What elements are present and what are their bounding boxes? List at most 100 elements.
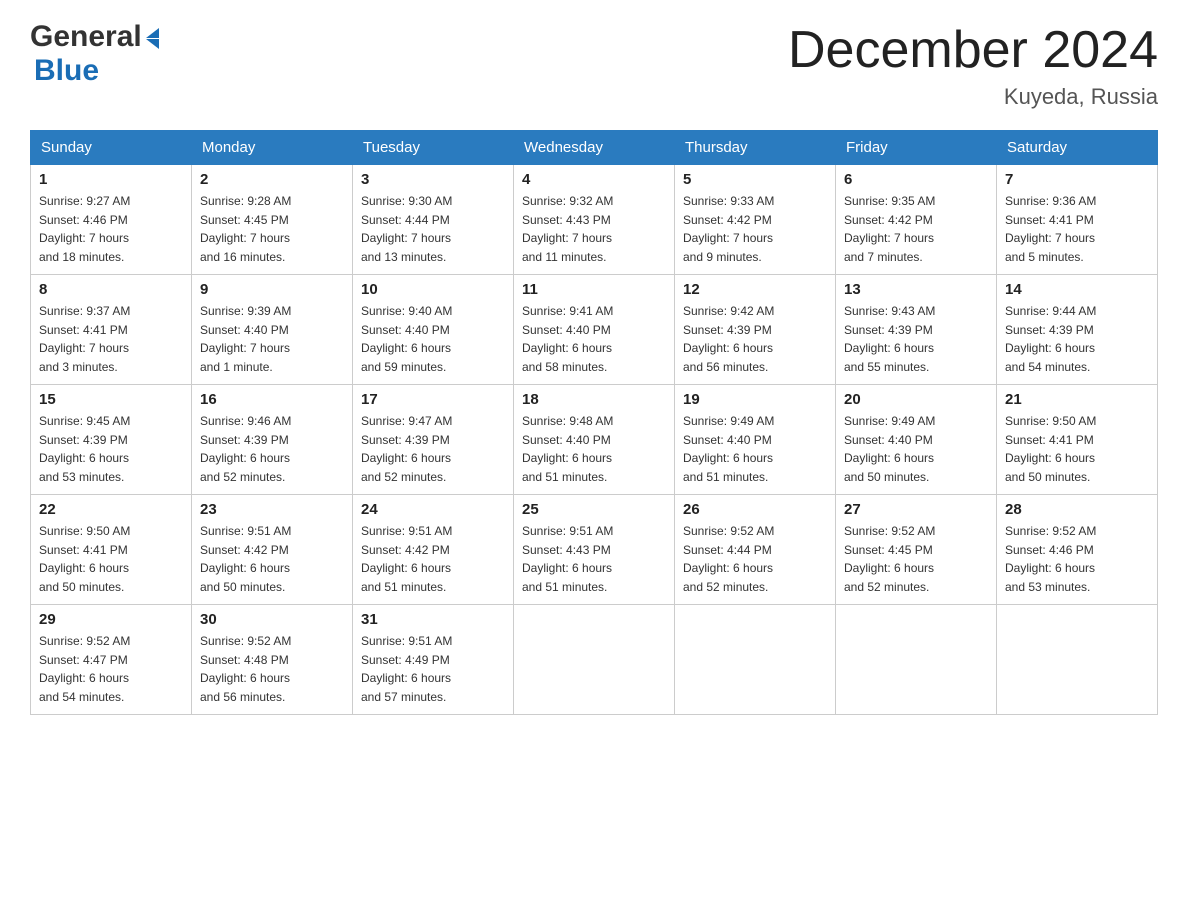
day-number: 27 bbox=[844, 501, 988, 518]
calendar-cell: 9 Sunrise: 9:39 AMSunset: 4:40 PMDayligh… bbox=[192, 275, 353, 385]
day-info: Sunrise: 9:44 AMSunset: 4:39 PMDaylight:… bbox=[1005, 302, 1149, 376]
day-info: Sunrise: 9:51 AMSunset: 4:42 PMDaylight:… bbox=[200, 522, 344, 596]
day-info: Sunrise: 9:28 AMSunset: 4:45 PMDaylight:… bbox=[200, 192, 344, 266]
day-number: 5 bbox=[683, 171, 827, 188]
day-number: 9 bbox=[200, 281, 344, 298]
calendar-cell: 23 Sunrise: 9:51 AMSunset: 4:42 PMDaylig… bbox=[192, 495, 353, 605]
calendar-cell: 3 Sunrise: 9:30 AMSunset: 4:44 PMDayligh… bbox=[353, 165, 514, 275]
day-number: 21 bbox=[1005, 391, 1149, 408]
calendar-cell: 4 Sunrise: 9:32 AMSunset: 4:43 PMDayligh… bbox=[514, 165, 675, 275]
calendar-cell: 31 Sunrise: 9:51 AMSunset: 4:49 PMDaylig… bbox=[353, 605, 514, 715]
day-info: Sunrise: 9:30 AMSunset: 4:44 PMDaylight:… bbox=[361, 192, 505, 266]
day-info: Sunrise: 9:33 AMSunset: 4:42 PMDaylight:… bbox=[683, 192, 827, 266]
day-number: 12 bbox=[683, 281, 827, 298]
weekday-header-thursday: Thursday bbox=[675, 131, 836, 165]
calendar-week-row: 29 Sunrise: 9:52 AMSunset: 4:47 PMDaylig… bbox=[31, 605, 1158, 715]
calendar-cell: 16 Sunrise: 9:46 AMSunset: 4:39 PMDaylig… bbox=[192, 385, 353, 495]
weekday-header-tuesday: Tuesday bbox=[353, 131, 514, 165]
day-info: Sunrise: 9:37 AMSunset: 4:41 PMDaylight:… bbox=[39, 302, 183, 376]
day-number: 2 bbox=[200, 171, 344, 188]
day-info: Sunrise: 9:48 AMSunset: 4:40 PMDaylight:… bbox=[522, 412, 666, 486]
logo-general-text: General bbox=[30, 20, 142, 54]
day-info: Sunrise: 9:52 AMSunset: 4:45 PMDaylight:… bbox=[844, 522, 988, 596]
day-info: Sunrise: 9:52 AMSunset: 4:48 PMDaylight:… bbox=[200, 632, 344, 706]
weekday-header-wednesday: Wednesday bbox=[514, 131, 675, 165]
day-info: Sunrise: 9:40 AMSunset: 4:40 PMDaylight:… bbox=[361, 302, 505, 376]
day-info: Sunrise: 9:32 AMSunset: 4:43 PMDaylight:… bbox=[522, 192, 666, 266]
day-info: Sunrise: 9:50 AMSunset: 4:41 PMDaylight:… bbox=[39, 522, 183, 596]
calendar-week-row: 22 Sunrise: 9:50 AMSunset: 4:41 PMDaylig… bbox=[31, 495, 1158, 605]
day-number: 18 bbox=[522, 391, 666, 408]
calendar-cell: 12 Sunrise: 9:42 AMSunset: 4:39 PMDaylig… bbox=[675, 275, 836, 385]
day-number: 10 bbox=[361, 281, 505, 298]
calendar-cell: 6 Sunrise: 9:35 AMSunset: 4:42 PMDayligh… bbox=[836, 165, 997, 275]
day-info: Sunrise: 9:49 AMSunset: 4:40 PMDaylight:… bbox=[844, 412, 988, 486]
calendar-cell bbox=[997, 605, 1158, 715]
logo: General Blue bbox=[30, 20, 159, 88]
day-number: 19 bbox=[683, 391, 827, 408]
day-number: 6 bbox=[844, 171, 988, 188]
day-number: 3 bbox=[361, 171, 505, 188]
weekday-header-saturday: Saturday bbox=[997, 131, 1158, 165]
calendar-cell: 17 Sunrise: 9:47 AMSunset: 4:39 PMDaylig… bbox=[353, 385, 514, 495]
calendar-cell: 28 Sunrise: 9:52 AMSunset: 4:46 PMDaylig… bbox=[997, 495, 1158, 605]
day-info: Sunrise: 9:36 AMSunset: 4:41 PMDaylight:… bbox=[1005, 192, 1149, 266]
calendar-cell bbox=[675, 605, 836, 715]
weekday-header-row: SundayMondayTuesdayWednesdayThursdayFrid… bbox=[31, 131, 1158, 165]
calendar-week-row: 1 Sunrise: 9:27 AMSunset: 4:46 PMDayligh… bbox=[31, 165, 1158, 275]
day-number: 14 bbox=[1005, 281, 1149, 298]
calendar-cell: 30 Sunrise: 9:52 AMSunset: 4:48 PMDaylig… bbox=[192, 605, 353, 715]
calendar-week-row: 8 Sunrise: 9:37 AMSunset: 4:41 PMDayligh… bbox=[31, 275, 1158, 385]
day-info: Sunrise: 9:52 AMSunset: 4:47 PMDaylight:… bbox=[39, 632, 183, 706]
day-number: 28 bbox=[1005, 501, 1149, 518]
calendar-cell: 2 Sunrise: 9:28 AMSunset: 4:45 PMDayligh… bbox=[192, 165, 353, 275]
calendar-cell bbox=[836, 605, 997, 715]
day-number: 4 bbox=[522, 171, 666, 188]
calendar-week-row: 15 Sunrise: 9:45 AMSunset: 4:39 PMDaylig… bbox=[31, 385, 1158, 495]
weekday-header-monday: Monday bbox=[192, 131, 353, 165]
calendar-cell: 29 Sunrise: 9:52 AMSunset: 4:47 PMDaylig… bbox=[31, 605, 192, 715]
calendar-cell bbox=[514, 605, 675, 715]
day-number: 22 bbox=[39, 501, 183, 518]
day-info: Sunrise: 9:43 AMSunset: 4:39 PMDaylight:… bbox=[844, 302, 988, 376]
day-info: Sunrise: 9:51 AMSunset: 4:42 PMDaylight:… bbox=[361, 522, 505, 596]
logo-blue-text: Blue bbox=[34, 54, 99, 87]
day-number: 25 bbox=[522, 501, 666, 518]
day-info: Sunrise: 9:51 AMSunset: 4:49 PMDaylight:… bbox=[361, 632, 505, 706]
calendar-cell: 5 Sunrise: 9:33 AMSunset: 4:42 PMDayligh… bbox=[675, 165, 836, 275]
calendar-cell: 8 Sunrise: 9:37 AMSunset: 4:41 PMDayligh… bbox=[31, 275, 192, 385]
day-number: 17 bbox=[361, 391, 505, 408]
day-number: 1 bbox=[39, 171, 183, 188]
calendar-cell: 15 Sunrise: 9:45 AMSunset: 4:39 PMDaylig… bbox=[31, 385, 192, 495]
day-info: Sunrise: 9:52 AMSunset: 4:46 PMDaylight:… bbox=[1005, 522, 1149, 596]
day-number: 30 bbox=[200, 611, 344, 628]
weekday-header-sunday: Sunday bbox=[31, 131, 192, 165]
day-info: Sunrise: 9:45 AMSunset: 4:39 PMDaylight:… bbox=[39, 412, 183, 486]
calendar-title: December 2024 bbox=[788, 20, 1158, 80]
weekday-header-friday: Friday bbox=[836, 131, 997, 165]
title-section: December 2024 Kuyeda, Russia bbox=[788, 20, 1158, 110]
calendar-cell: 13 Sunrise: 9:43 AMSunset: 4:39 PMDaylig… bbox=[836, 275, 997, 385]
calendar-cell: 19 Sunrise: 9:49 AMSunset: 4:40 PMDaylig… bbox=[675, 385, 836, 495]
calendar-cell: 21 Sunrise: 9:50 AMSunset: 4:41 PMDaylig… bbox=[997, 385, 1158, 495]
day-number: 13 bbox=[844, 281, 988, 298]
day-number: 24 bbox=[361, 501, 505, 518]
calendar-cell: 10 Sunrise: 9:40 AMSunset: 4:40 PMDaylig… bbox=[353, 275, 514, 385]
day-info: Sunrise: 9:35 AMSunset: 4:42 PMDaylight:… bbox=[844, 192, 988, 266]
day-number: 11 bbox=[522, 281, 666, 298]
day-number: 16 bbox=[200, 391, 344, 408]
calendar-table: SundayMondayTuesdayWednesdayThursdayFrid… bbox=[30, 130, 1158, 715]
day-info: Sunrise: 9:52 AMSunset: 4:44 PMDaylight:… bbox=[683, 522, 827, 596]
calendar-cell: 1 Sunrise: 9:27 AMSunset: 4:46 PMDayligh… bbox=[31, 165, 192, 275]
calendar-cell: 27 Sunrise: 9:52 AMSunset: 4:45 PMDaylig… bbox=[836, 495, 997, 605]
logo-arrow-icon bbox=[146, 28, 159, 49]
day-info: Sunrise: 9:27 AMSunset: 4:46 PMDaylight:… bbox=[39, 192, 183, 266]
day-number: 29 bbox=[39, 611, 183, 628]
calendar-cell: 7 Sunrise: 9:36 AMSunset: 4:41 PMDayligh… bbox=[997, 165, 1158, 275]
calendar-cell: 20 Sunrise: 9:49 AMSunset: 4:40 PMDaylig… bbox=[836, 385, 997, 495]
day-info: Sunrise: 9:46 AMSunset: 4:39 PMDaylight:… bbox=[200, 412, 344, 486]
day-info: Sunrise: 9:39 AMSunset: 4:40 PMDaylight:… bbox=[200, 302, 344, 376]
calendar-cell: 25 Sunrise: 9:51 AMSunset: 4:43 PMDaylig… bbox=[514, 495, 675, 605]
day-number: 23 bbox=[200, 501, 344, 518]
calendar-cell: 22 Sunrise: 9:50 AMSunset: 4:41 PMDaylig… bbox=[31, 495, 192, 605]
